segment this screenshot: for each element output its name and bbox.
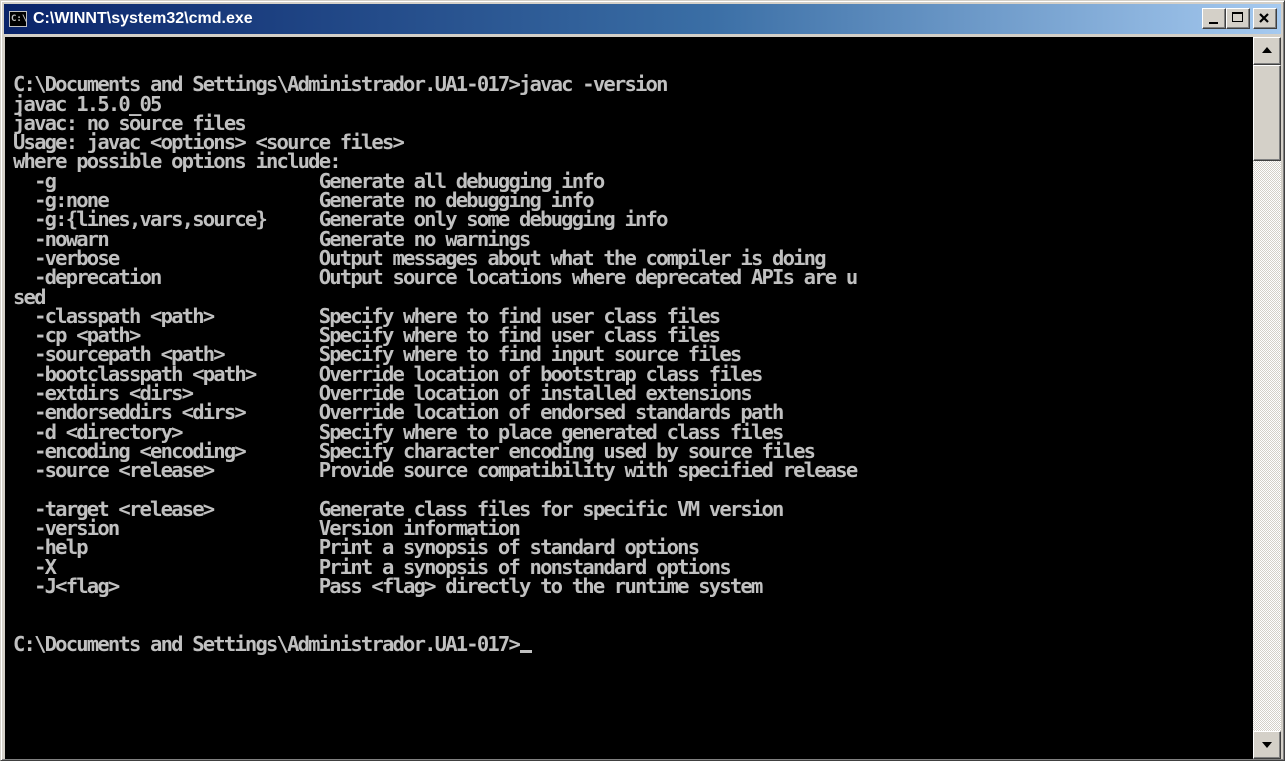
scroll-down-button[interactable] [1253, 731, 1281, 759]
scrollbar-thumb[interactable] [1253, 65, 1281, 161]
window-title: C:\WINNT\system32\cmd.exe [33, 10, 253, 27]
vertical-scrollbar[interactable] [1253, 37, 1281, 759]
console-icon[interactable]: C:\ [9, 11, 27, 27]
text-cursor [520, 649, 533, 653]
maximize-icon [1232, 12, 1243, 22]
console-lines: C:\Documents and Settings\Administrador.… [13, 56, 858, 654]
maximize-button[interactable] [1226, 8, 1250, 29]
console-line: -source <release> Provide source compati… [13, 458, 858, 483]
close-button[interactable] [1253, 8, 1277, 29]
minimize-icon [1209, 22, 1218, 24]
minimize-button[interactable] [1202, 8, 1226, 29]
close-icon [1259, 13, 1269, 23]
window-controls [1202, 8, 1277, 29]
console-line: -J<flag> Pass <flag> directly to the run… [13, 574, 763, 599]
console-line: C:\Documents and Settings\Administrador.… [13, 633, 856, 654]
console-line: -deprecation Output source locations whe… [13, 265, 858, 290]
title-bar[interactable]: C:\ C:\WINNT\system32\cmd.exe [4, 4, 1281, 34]
scroll-down-icon [1262, 742, 1272, 748]
scroll-up-icon [1262, 47, 1272, 53]
console-output[interactable]: C:\Documents and Settings\Administrador.… [5, 37, 1253, 759]
cmd-window: C:\ C:\WINNT\system32\cmd.exe C:\Documen… [0, 0, 1285, 761]
scroll-up-button[interactable] [1253, 37, 1281, 65]
